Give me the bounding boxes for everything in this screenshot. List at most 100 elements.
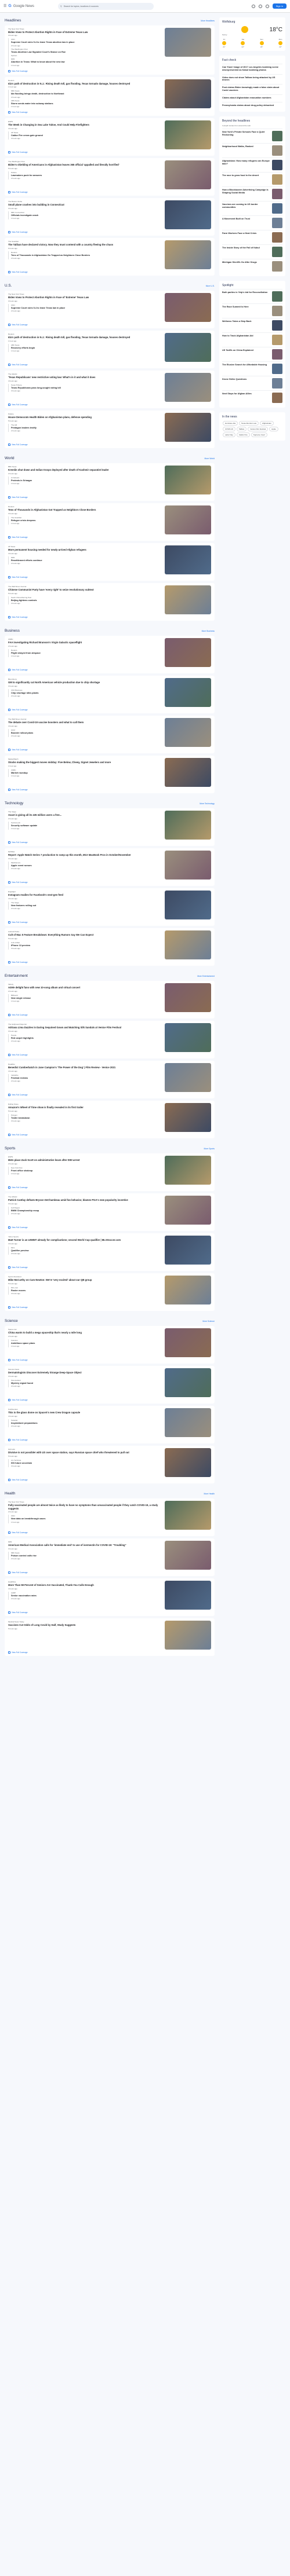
story-headline[interactable]: Mets place Zack Scott on administrative … — [8, 1159, 162, 1161]
story-headline[interactable]: Biden Vows to Protect Abortion Rights in… — [8, 296, 162, 299]
full-coverage-link[interactable]: View Full Coverage — [8, 881, 211, 884]
story-source[interactable]: The Washington Post — [8, 160, 162, 163]
related-headline[interactable]: Resettlement efforts continue — [11, 559, 162, 562]
full-coverage-link[interactable]: View Full Coverage — [8, 444, 211, 446]
section-more-link[interactable]: More U.S. — [206, 285, 215, 287]
story-source[interactable]: Android Police — [8, 930, 162, 933]
story-thumbnail[interactable] — [165, 1541, 211, 1570]
story-source[interactable]: Variety — [8, 983, 162, 985]
full-coverage-link[interactable]: View Full Coverage — [8, 1054, 211, 1057]
story-source[interactable]: MarketWatch — [8, 758, 162, 760]
story-headline[interactable]: Benedict Cumberbatch in Jane Campion's '… — [8, 1066, 162, 1069]
panel-item-headline[interactable]: Neighborhood Walks, Ranked — [222, 145, 270, 148]
story-thumbnail[interactable] — [165, 200, 211, 230]
story-thumbnail[interactable] — [165, 851, 211, 880]
story-headline[interactable]: More Than 59 Percent of Seniors Are Vacc… — [8, 1584, 162, 1586]
story-thumbnail[interactable] — [165, 1103, 211, 1133]
story-headline[interactable]: FAA investigating Richard Branson's Virg… — [8, 641, 162, 644]
story-thumbnail[interactable] — [165, 1448, 211, 1478]
story-source[interactable]: Reuters — [8, 79, 162, 82]
related-source[interactable]: MacRumors — [11, 862, 162, 864]
panel-item[interactable]: Video does not show Taliban being attack… — [222, 74, 282, 85]
related-source[interactable]: NFL.com — [11, 1287, 162, 1289]
topic-chip[interactable]: Supreme Court — [251, 433, 268, 438]
story-source[interactable]: The New York Times — [8, 28, 162, 30]
panel-item[interactable]: US Tariffs on China Explained — [222, 347, 282, 361]
related-headline[interactable]: Pentagon leaders testify — [11, 427, 162, 430]
related-headline[interactable]: Security software update — [11, 825, 162, 827]
story-source[interactable]: ESPN — [8, 1156, 162, 1158]
related-source[interactable]: IndieWire — [11, 1074, 162, 1076]
full-coverage-link[interactable]: View Full Coverage — [8, 1651, 211, 1654]
full-coverage-link[interactable]: View Full Coverage — [8, 1479, 211, 1482]
section-more-link[interactable]: More Science — [202, 1320, 215, 1322]
full-coverage-link[interactable]: View Full Coverage — [8, 709, 211, 712]
related-source[interactable]: The Guardian — [11, 516, 162, 519]
story-headline[interactable]: Biden Vows to Protect Abortion Rights in… — [8, 31, 162, 34]
panel-item-headline[interactable]: Farm Workers Face a Heat Crisis — [222, 232, 270, 235]
panel-item-headline[interactable]: The Elusive Search for Affordable Housin… — [222, 364, 270, 367]
section-title[interactable]: World — [5, 456, 14, 460]
story-source[interactable]: Healthline — [8, 1581, 162, 1583]
full-coverage-link[interactable]: View Full Coverage — [8, 496, 211, 499]
story-source[interactable]: Space.com — [8, 1328, 162, 1331]
story-headline[interactable]: More permanent housing needed for newly-… — [8, 548, 162, 551]
story-headline[interactable]: Divisive is not possible! with US over s… — [8, 1451, 162, 1454]
topic-chip[interactable]: Afghanistan — [260, 421, 274, 426]
story-headline[interactable]: The Taliban have declared victory. Now t… — [8, 243, 162, 246]
section-title[interactable]: Business — [5, 629, 20, 633]
related-source[interactable]: Polygon — [11, 1114, 162, 1116]
related-source[interactable]: The Washington Post — [11, 48, 162, 50]
topic-chip[interactable]: Labor Day — [223, 433, 235, 438]
topic-chip[interactable]: Caldor Fire — [236, 433, 250, 438]
related-source[interactable]: NPR — [11, 58, 162, 60]
panel-item-headline[interactable]: Afghanistan: How many refugees can Europ… — [222, 160, 270, 166]
related-source[interactable]: People — [11, 1034, 162, 1036]
story-thumbnail[interactable] — [165, 240, 211, 270]
panel-item-headline[interactable]: Wellness Takes a Step Back — [222, 320, 270, 323]
story-source[interactable]: Reuters — [8, 505, 162, 508]
story-source[interactable]: Deadline — [8, 1063, 162, 1065]
section-more-link[interactable]: More Entertainment — [197, 975, 215, 977]
full-coverage-link[interactable]: View Full Coverage — [8, 1399, 211, 1402]
story-headline[interactable]: This is the glass dome on SpaceX's new C… — [8, 1411, 162, 1414]
story-headline[interactable]: American Medical Association calls for '… — [8, 1544, 162, 1547]
related-headline[interactable]: Trailer breakdown — [11, 1117, 162, 1120]
story-headline[interactable]: China wants to build a mega spaceship th… — [8, 1331, 162, 1334]
story-headline[interactable]: Cult of Mac 5 Feature Breakdown: Everyth… — [8, 933, 162, 936]
full-coverage-link[interactable]: View Full Coverage — [8, 364, 211, 367]
related-headline[interactable]: Festival reviews — [11, 1077, 162, 1080]
related-source[interactable]: CNN — [11, 304, 162, 306]
panel-item-headline[interactable]: Drone Strike Questions — [222, 378, 270, 381]
story-source[interactable]: NPR — [8, 1541, 162, 1543]
story-source[interactable]: Sports Illustrated — [8, 1276, 162, 1278]
full-coverage-link[interactable]: View Full Coverage — [8, 961, 211, 964]
related-source[interactable]: NBC News — [11, 90, 162, 92]
story-thumbnail[interactable] — [165, 413, 211, 442]
related-source[interactable]: CNBC — [11, 769, 162, 771]
section-title[interactable]: Technology — [5, 801, 23, 805]
full-coverage-link[interactable]: View Full Coverage — [8, 749, 211, 752]
full-coverage-link[interactable]: View Full Coverage — [8, 151, 211, 154]
story-source[interactable]: ESPN — [8, 120, 162, 123]
settings-icon[interactable] — [258, 4, 262, 8]
panel-item-headline[interactable]: Both parties in Yelp's bid for Reconcili… — [222, 291, 270, 294]
related-source[interactable]: NPR — [11, 556, 162, 559]
panel-item[interactable]: Michigan Sheriffs Go After Drugs — [222, 259, 282, 273]
panel-item[interactable]: Farm Workers Face a Heat Crisis — [222, 230, 282, 244]
full-coverage-link[interactable]: View Full Coverage — [8, 191, 211, 194]
story-headline[interactable]: Report: Apple Watch Series 7 production … — [8, 853, 162, 856]
related-source[interactable]: The Hill — [11, 424, 162, 426]
related-source[interactable]: Futurism — [11, 1339, 162, 1342]
related-source[interactable]: CNN — [11, 1515, 162, 1517]
related-headline[interactable]: Caldor Fire crews gain ground — [11, 134, 162, 137]
related-headline[interactable]: Qualifier preview — [11, 1249, 162, 1252]
full-coverage-link[interactable]: View Full Coverage — [8, 536, 211, 539]
story-thumbnail[interactable] — [165, 1196, 211, 1225]
panel-item-headline[interactable]: Can 'Kara' image of 2017 Los Angeles bom… — [222, 66, 282, 72]
related-source[interactable]: Ars Technica — [11, 1459, 162, 1461]
story-thumbnail[interactable] — [165, 505, 211, 535]
related-headline[interactable]: Refugee crisis deepens — [11, 519, 162, 522]
panel-item-headline[interactable]: Vaccines are coming to US border communi… — [222, 203, 270, 209]
apps-icon[interactable] — [265, 4, 269, 8]
